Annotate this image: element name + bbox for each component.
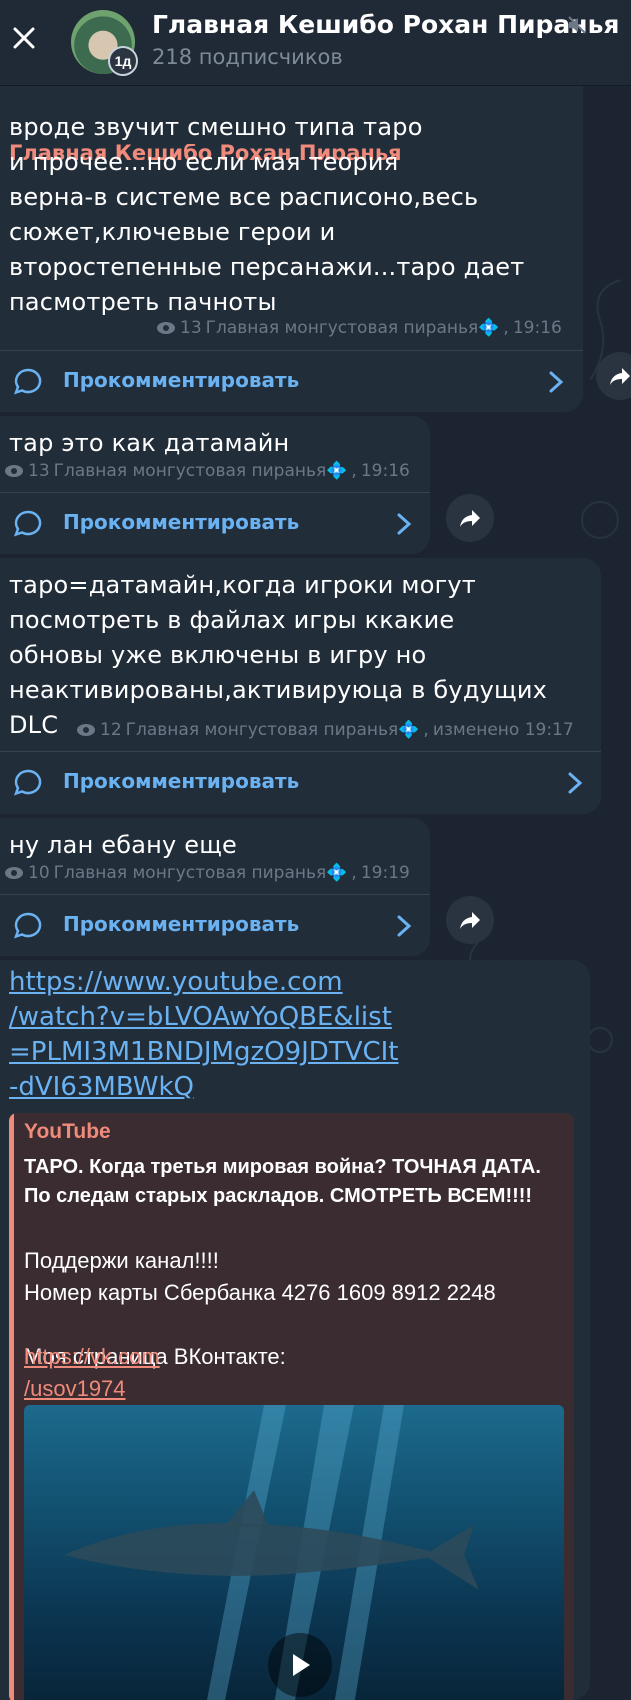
comment-label: Прокомментировать: [63, 368, 300, 392]
comment-label: Прокомментировать: [63, 769, 300, 793]
message-text: вроде звучит смешно типа таро и прочее..…: [9, 113, 525, 316]
message-meta: 13 Главная монгустовая пиранья💠, 19:16: [156, 318, 562, 338]
comment-icon: [13, 510, 42, 537]
message-text: тар это как датамайн: [9, 429, 290, 457]
message-text: таро=датамайн,когда игроки могут посмотр…: [9, 571, 548, 739]
comment-label: Прокомментировать: [63, 510, 300, 534]
view-count: 10: [28, 863, 50, 883]
chevron-right-icon: [397, 915, 412, 937]
youtube-link[interactable]: https://www.youtube.com /watch?v=bLVOAwY…: [9, 965, 399, 1105]
share-button[interactable]: [596, 352, 631, 400]
chat-header: 1д Главная Кешибо Рохан Пиранья 218 подп…: [0, 0, 631, 86]
eye-icon: [5, 465, 23, 477]
post-author: Главная монгустовая пиранья💠: [205, 318, 500, 338]
view-count: 13: [28, 461, 50, 481]
channel-title[interactable]: Главная Кешибо Рохан Пиранья: [152, 10, 619, 39]
preview-accent-bar: [9, 1113, 14, 1700]
play-button[interactable]: [268, 1633, 332, 1697]
post-time: 19:16: [360, 461, 410, 481]
comment-button[interactable]: Прокомментировать: [0, 493, 430, 553]
video-thumbnail[interactable]: [24, 1405, 564, 1700]
message-meta: 12 Главная монгустовая пиранья💠, изменен…: [76, 720, 574, 740]
message-meta: 10 Главная монгустовая пиранья💠, 19:19: [4, 863, 410, 883]
comment-button[interactable]: Прокомментировать: [0, 752, 601, 812]
comment-icon: [13, 368, 42, 395]
preview-title: ТАРО. Когда третья мировая война? ТОЧНАЯ…: [24, 1156, 541, 1207]
post-author: Главная монгустовая пиранья💠: [53, 461, 348, 481]
comment-icon: [13, 912, 42, 939]
subscriber-count: 218 подписчиков: [152, 45, 343, 69]
post-time: 19:19: [360, 863, 410, 883]
share-button[interactable]: [446, 896, 494, 944]
chevron-right-icon: [568, 772, 583, 794]
preview-site-name: YouTube: [24, 1120, 111, 1143]
post-author: Главная монгустовая пиранья💠: [53, 863, 348, 883]
chevron-right-icon: [549, 371, 564, 393]
eye-icon: [77, 724, 95, 736]
link-preview[interactable]: YouTube ТАРО. Когда третья мировая война…: [9, 1113, 574, 1700]
eye-icon: [5, 867, 23, 879]
comment-icon: [13, 769, 42, 796]
avatar-badge: 1д: [108, 46, 138, 76]
share-icon: [460, 510, 480, 527]
mute-icon: [568, 16, 586, 34]
post-author: Главная монгустовая пиранья💠: [125, 720, 420, 740]
chevron-right-icon: [397, 513, 412, 535]
vk-link[interactable]: https://vk.com /usov1974: [24, 1341, 160, 1405]
share-button[interactable]: [446, 494, 494, 542]
message-bubble: таро=датамайн,когда игроки могут посмотр…: [0, 558, 601, 814]
share-icon: [610, 368, 630, 385]
message-meta: 13 Главная монгустовая пиранья💠, 19:16: [4, 461, 410, 481]
play-icon: [293, 1654, 310, 1676]
message-bubble: тар это как датамайн 13 Главная монгусто…: [0, 416, 430, 554]
message-bubble: Главная Кешибо Рохан Пиранья вроде звучи…: [0, 60, 583, 412]
message-text: ну лан ебану еще: [9, 831, 238, 859]
post-time: изменено 19:17: [432, 720, 574, 740]
comment-button[interactable]: Прокомментировать: [0, 351, 583, 411]
view-count: 13: [180, 318, 202, 338]
post-time: 19:16: [512, 318, 562, 338]
view-count: 12: [100, 720, 122, 740]
comment-label: Прокомментировать: [63, 912, 300, 936]
eye-icon: [157, 322, 175, 334]
comment-button[interactable]: Прокомментировать: [0, 895, 430, 955]
message-bubble: ну лан ебану еще 10 Главная монгустовая …: [0, 818, 430, 956]
share-icon: [460, 912, 480, 929]
close-icon[interactable]: [6, 20, 42, 56]
